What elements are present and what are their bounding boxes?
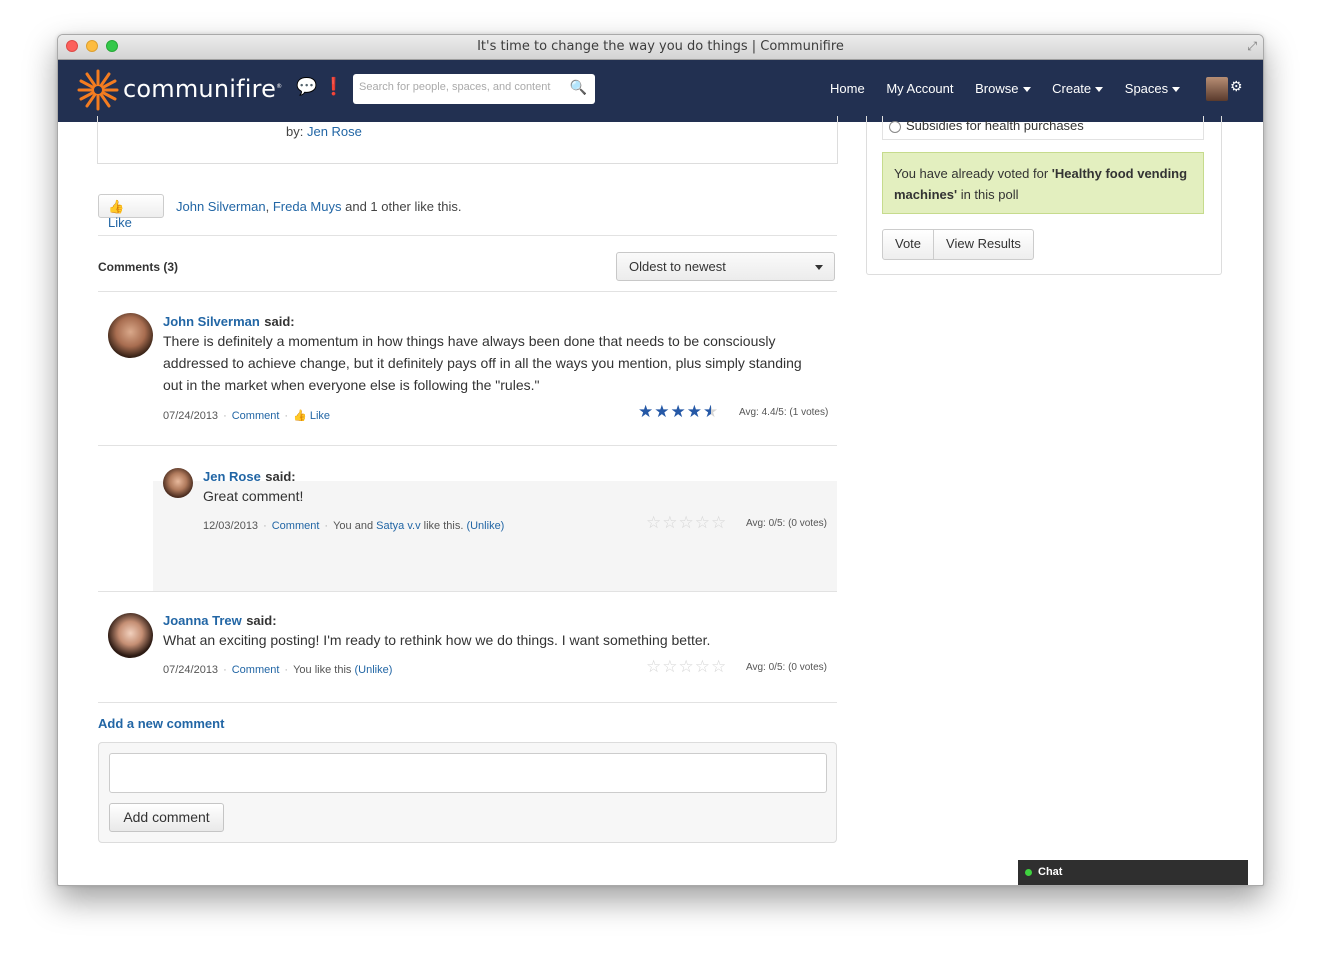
comment-meta: 12/03/2013 · Comment · You and Satya v.v lik… xyxy=(203,520,505,532)
rating-average: Avg: 0/5: (0 votes) xyxy=(746,662,827,673)
poll-option[interactable]: Subsidies for health purchases xyxy=(882,116,1204,140)
divider xyxy=(98,445,837,446)
comment-author-link[interactable]: John Silverman xyxy=(163,314,260,329)
search-icon[interactable]: 🔍 xyxy=(570,79,587,96)
star-icon: ☆ xyxy=(694,513,711,532)
likes-summary: John Silverman, Freda Muys and 1 other l… xyxy=(176,199,462,214)
poll-widget: Subsidies for health purchases You have … xyxy=(866,116,1222,275)
post-card: by: Jen Rose xyxy=(97,116,838,164)
liker-link[interactable]: Freda Muys xyxy=(273,199,342,214)
comment-header: John Silverman said: xyxy=(163,314,295,329)
dropdown-arrow-icon xyxy=(815,265,823,270)
star-icon: ★ xyxy=(638,402,655,421)
comment-text: Great comment! xyxy=(203,488,304,504)
comment-link[interactable]: Comment xyxy=(232,410,280,422)
comments-title: Comments (3) xyxy=(98,260,179,274)
comment-meta: 07/24/2013 · Comment · You like this (Unlike… xyxy=(163,664,393,676)
comment-header: Joanna Trew said: xyxy=(163,613,277,628)
radio-button[interactable] xyxy=(889,120,901,133)
star-icon: ☆ xyxy=(662,513,679,532)
window-titlebar: It's time to change the way you do thing… xyxy=(58,35,1263,60)
star-icon: ☆ xyxy=(646,657,663,676)
post-author-link[interactable]: Jen Rose xyxy=(307,124,362,139)
rating-average: Avg: 0/5: (0 votes) xyxy=(746,518,827,529)
window-title: It's time to change the way you do thing… xyxy=(477,39,844,54)
thumbs-up-icon: 👍 xyxy=(293,410,307,422)
avatar[interactable] xyxy=(163,468,193,498)
comment-like-link[interactable]: 👍 Like xyxy=(293,410,330,422)
chat-bubble-icon[interactable]: 💬 xyxy=(296,77,317,96)
add-comment-title: Add a new comment xyxy=(98,716,225,731)
view-results-button[interactable]: View Results xyxy=(934,230,1033,257)
divider xyxy=(98,235,837,236)
half-star-icon: ★ xyxy=(703,402,720,421)
star-icon: ☆ xyxy=(711,513,728,532)
chevron-down-icon xyxy=(1095,87,1104,93)
comment-author-link[interactable]: Jen Rose xyxy=(203,469,261,484)
star-icon: ☆ xyxy=(694,657,711,676)
online-status-icon xyxy=(1025,868,1032,876)
nav-home[interactable]: Home xyxy=(830,81,865,96)
avatar[interactable] xyxy=(108,613,153,658)
main-menu: Home My Account Browse Create Spaces xyxy=(830,81,1198,96)
user-avatar[interactable] xyxy=(1206,77,1228,101)
add-comment-button[interactable]: Add comment xyxy=(109,803,224,832)
search-input[interactable]: Search for people, spaces, and content 🔍 xyxy=(353,74,595,104)
fullscreen-icon[interactable]: ⤢ xyxy=(1247,39,1257,54)
thumbs-up-icon: 👍 xyxy=(108,199,125,214)
unlike-link[interactable]: (Unlike) xyxy=(354,664,392,676)
page-content: by: Jen Rose 👍Like John Silverman, Freda… xyxy=(58,116,1263,885)
liker-link[interactable]: Satya v.v xyxy=(376,520,420,532)
vote-button[interactable]: Vote xyxy=(883,230,933,257)
comment-meta: 07/24/2013 · Comment · 👍 Like xyxy=(163,410,331,422)
comment-author-link[interactable]: Joanna Trew xyxy=(163,613,242,628)
chat-bar[interactable]: Chat xyxy=(1018,860,1248,885)
star-icon: ★ xyxy=(654,402,671,421)
chevron-down-icon xyxy=(1172,87,1181,93)
chevron-down-icon xyxy=(1022,87,1031,93)
star-icon: ☆ xyxy=(662,657,679,676)
top-navbar: communifire® 💬 ❗ Search for people, space… xyxy=(58,60,1263,122)
post-byline: by: Jen Rose xyxy=(286,124,362,139)
divider xyxy=(98,291,837,292)
avatar[interactable] xyxy=(108,313,153,358)
rating-average: Avg: 4.4/5: (1 votes) xyxy=(739,407,829,418)
star-rating[interactable]: ★★★★★ xyxy=(638,402,719,422)
star-icon: ☆ xyxy=(646,513,663,532)
browser-window: It's time to change the way you do thing… xyxy=(57,34,1264,886)
comment-textarea[interactable] xyxy=(109,753,827,793)
divider xyxy=(98,591,837,592)
divider xyxy=(98,702,837,703)
star-icon: ★ xyxy=(686,402,703,421)
nav-icons: 💬 ❗ xyxy=(296,77,350,97)
sort-select[interactable]: Oldest to newest xyxy=(616,252,835,281)
unlike-link[interactable]: (Unlike) xyxy=(466,520,504,532)
comment-link[interactable]: Comment xyxy=(232,664,280,676)
liker-link[interactable]: John Silverman xyxy=(176,199,266,214)
comment-header: Jen Rose said: xyxy=(203,469,296,484)
sunburst-logo-icon[interactable] xyxy=(76,68,120,112)
star-icon: ☆ xyxy=(678,657,695,676)
nav-browse[interactable]: Browse xyxy=(975,81,1031,96)
gear-icon[interactable]: ⚙ xyxy=(1230,78,1243,95)
brand-name[interactable]: communifire® xyxy=(123,75,282,103)
star-icon: ☆ xyxy=(711,657,728,676)
comment-link[interactable]: Comment xyxy=(272,520,320,532)
like-button[interactable]: 👍Like xyxy=(98,194,164,230)
comment-form: Add comment xyxy=(98,742,837,843)
poll-voted-notice: You have already voted for 'Healthy food… xyxy=(882,152,1204,214)
comment-text: There is definitely a momentum in how th… xyxy=(163,333,802,393)
star-rating[interactable]: ☆☆☆☆☆ xyxy=(646,657,727,677)
nav-spaces[interactable]: Spaces xyxy=(1125,81,1181,96)
nav-create[interactable]: Create xyxy=(1052,81,1104,96)
alert-icon[interactable]: ❗ xyxy=(323,77,344,96)
star-rating[interactable]: ☆☆☆☆☆ xyxy=(646,513,727,533)
nav-my-account[interactable]: My Account xyxy=(886,81,953,96)
comment-text: What an exciting posting! I'm ready to r… xyxy=(163,632,711,648)
poll-button-group: Vote View Results xyxy=(882,229,1034,260)
star-icon: ☆ xyxy=(678,513,695,532)
star-icon: ★ xyxy=(670,402,687,421)
